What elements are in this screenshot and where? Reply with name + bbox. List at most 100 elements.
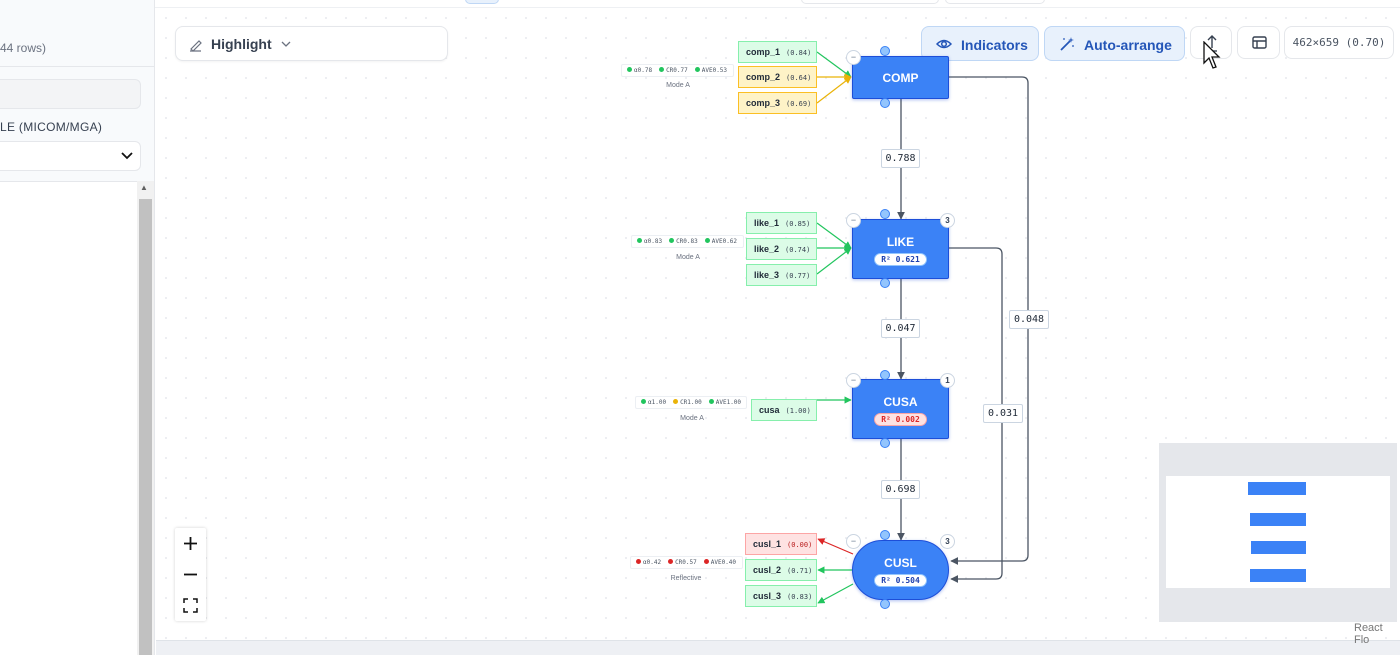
construct-node-cusa[interactable]: CUSA R² 0.002 — [852, 379, 949, 439]
reliability-metrics-cusl: α0.42 CR0.57 AVE0.40 — [630, 556, 743, 569]
indicators-label: Indicators — [961, 37, 1028, 53]
indicator-node-cusl-1[interactable]: cusl_1 (0.00) — [745, 533, 817, 555]
reliability-metrics-comp: α0.78 CR0.77 AVE0.53 — [621, 64, 734, 77]
construct-name: LIKE — [886, 235, 915, 249]
loading-edge — [816, 222, 852, 249]
reliability-metrics-like: α0.83 CR0.83 AVE0.62 — [631, 235, 744, 248]
connection-handle[interactable] — [880, 370, 890, 380]
alpha-value: α0.78 — [634, 67, 653, 74]
connection-handle[interactable] — [880, 209, 890, 219]
ave-value: AVE0.40 — [710, 559, 737, 566]
indicator-loading: (0.85) — [785, 220, 811, 228]
minus-icon — [184, 573, 197, 576]
indicator-name: like_3 — [754, 270, 780, 280]
zoom-controls — [175, 528, 206, 621]
connection-handle[interactable] — [880, 530, 890, 540]
r-squared-badge: R² 0.621 — [874, 253, 927, 266]
loading-edge — [817, 583, 854, 604]
path-coefficient-label[interactable]: 0.788 — [881, 149, 920, 168]
fit-view-button[interactable] — [175, 590, 206, 621]
r-squared-badge: R² 0.002 — [874, 413, 927, 426]
zoom-in-button[interactable] — [175, 528, 206, 559]
connection-handle[interactable] — [880, 438, 890, 448]
indicator-loading: (0.83) — [787, 593, 813, 601]
minimap-node — [1250, 569, 1306, 582]
status-dot — [627, 67, 632, 72]
react-flow-attribution[interactable]: React Flo — [1354, 622, 1400, 646]
alpha-value: α1.00 — [648, 399, 667, 406]
indicator-node-comp-1[interactable]: comp_1 (0.84) — [738, 41, 817, 63]
status-dot — [704, 238, 710, 243]
collapse-toggle[interactable]: − — [846, 534, 861, 549]
reliability-metrics-cusa: α1.00 CR1.00 AVE1.00 — [635, 396, 747, 409]
construct-node-comp[interactable]: COMP — [852, 56, 949, 99]
connection-handle[interactable] — [880, 98, 890, 108]
connection-handle[interactable] — [880, 278, 890, 288]
indicator-name: cusl_2 — [753, 565, 782, 575]
path-coefficient-label[interactable]: 0.698 — [881, 480, 920, 499]
fit-view-icon — [183, 598, 198, 613]
indicator-node-like-1[interactable]: like_1 (0.85) — [746, 212, 817, 234]
path-coefficient-label[interactable]: 0.048 — [1009, 310, 1049, 329]
minimap[interactable] — [1159, 443, 1397, 622]
collapse-toggle[interactable]: − — [846, 50, 861, 65]
highlight-label: Highlight — [211, 36, 272, 52]
connection-handle[interactable] — [880, 46, 890, 56]
construct-node-cusl[interactable]: CUSL R² 0.504 — [852, 540, 949, 600]
canvas-size-readout: 462×659 (0.70) — [1284, 26, 1394, 59]
construct-name: COMP — [882, 71, 919, 85]
minimap-node — [1248, 482, 1306, 495]
indicator-loading: (0.71) — [787, 567, 813, 575]
layout-toggle-button[interactable] — [1237, 26, 1280, 59]
indicator-node-like-3[interactable]: like_3 (0.77) — [746, 264, 817, 286]
indicator-node-cusl-3[interactable]: cusl_3 (0.83) — [745, 585, 817, 607]
status-dot — [694, 67, 700, 72]
collapse-toggle[interactable]: − — [846, 213, 861, 228]
cr-value: CR1.00 — [680, 399, 702, 406]
measurement-mode-label: Reflective — [670, 575, 702, 582]
indicator-count-badge: 3 — [940, 213, 955, 228]
indicator-node-comp-2[interactable]: comp_2 (0.64) — [738, 66, 817, 88]
path-coefficient-label[interactable]: 0.047 — [881, 319, 920, 338]
collapse-toggle[interactable]: − — [846, 373, 861, 388]
indicator-count-badge: 3 — [940, 534, 955, 549]
indicator-loading: (0.84) — [786, 49, 812, 57]
indicator-name: comp_1 — [746, 47, 781, 57]
auto-arrange-button[interactable]: Auto-arrange — [1044, 26, 1185, 61]
magic-wand-icon — [1060, 37, 1074, 51]
path-coefficient-label[interactable]: 0.031 — [983, 404, 1023, 423]
cr-value: CR0.57 — [675, 559, 697, 566]
status-dot — [668, 559, 674, 564]
indicator-loading: (0.77) — [785, 272, 811, 280]
status-dot — [703, 559, 709, 564]
indicator-node-comp-3[interactable]: comp_3 (0.69) — [738, 92, 817, 114]
alpha-value: α0.42 — [643, 559, 662, 566]
zoom-out-button[interactable] — [175, 559, 206, 590]
connection-handle[interactable] — [880, 599, 890, 609]
construct-name: CUSL — [884, 556, 917, 570]
status-dot — [636, 559, 641, 564]
minimap-node — [1250, 513, 1306, 526]
construct-name: CUSA — [883, 395, 918, 409]
cr-value: CR0.77 — [666, 67, 688, 74]
indicator-name: comp_3 — [746, 98, 781, 108]
indicator-node-cusa[interactable]: cusa (1.00) — [751, 399, 817, 421]
highlight-dropdown[interactable]: Highlight — [175, 26, 448, 61]
indicator-name: cusa — [759, 405, 780, 415]
indicator-loading: (1.00) — [785, 407, 811, 415]
status-dot — [708, 399, 714, 404]
indicator-node-like-2[interactable]: like_2 (0.74) — [746, 238, 817, 260]
indicator-name: comp_2 — [746, 72, 781, 82]
construct-node-like[interactable]: LIKE R² 0.621 — [852, 219, 949, 279]
measurement-mode-label: Mode A — [676, 254, 700, 261]
indicator-name: cusl_3 — [753, 591, 782, 601]
cr-value: CR0.83 — [676, 238, 698, 245]
r-squared-badge: R² 0.504 — [874, 574, 927, 587]
measurement-mode-label: Mode A — [666, 82, 690, 89]
chevron-down-icon — [281, 41, 291, 47]
indicator-loading: (0.64) — [786, 74, 812, 82]
eye-icon — [936, 39, 952, 49]
indicator-node-cusl-2[interactable]: cusl_2 (0.71) — [745, 559, 817, 581]
plus-icon — [184, 537, 197, 550]
layout-icon — [1252, 36, 1267, 49]
